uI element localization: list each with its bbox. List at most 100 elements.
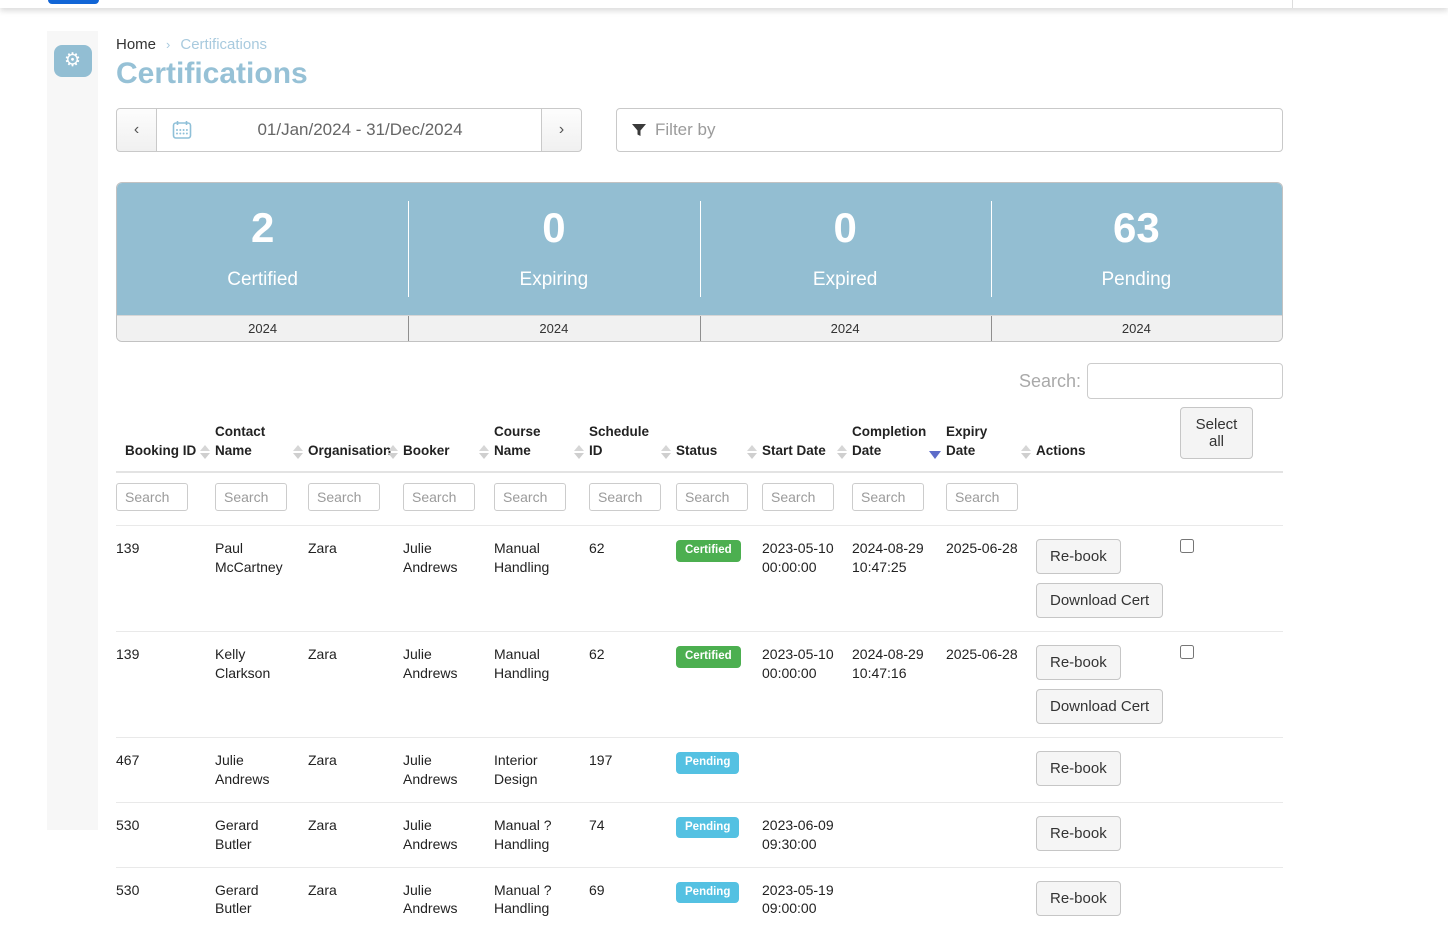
sort-icon[interactable] bbox=[661, 445, 671, 459]
stats-panels: 2 Certified 0 Expiring 0 Expired 63 Pend… bbox=[117, 183, 1282, 315]
stat-expiring-value: 0 bbox=[542, 207, 565, 249]
status-badge: Certified bbox=[676, 540, 741, 562]
col-header-actions: Actions bbox=[1036, 401, 1180, 472]
cell-booking-id: 139 bbox=[116, 632, 215, 738]
rebook-button[interactable]: Re-book bbox=[1036, 816, 1121, 851]
filter-status-input[interactable] bbox=[676, 483, 748, 511]
stat-expiring-label: Expiring bbox=[520, 269, 589, 291]
col-header-status[interactable]: Status bbox=[676, 401, 762, 472]
filter-completion-date-input[interactable] bbox=[852, 483, 924, 511]
stat-expired-value: 0 bbox=[833, 207, 856, 249]
cell-booker: Julie Andrews bbox=[403, 526, 494, 632]
table-search-input[interactable] bbox=[1087, 363, 1283, 399]
filter-course-name-input[interactable] bbox=[494, 483, 566, 511]
breadcrumb-home-link[interactable]: Home bbox=[116, 36, 156, 53]
cell-course-name: Manual ? Handling bbox=[494, 802, 589, 867]
filter-organisation-input[interactable] bbox=[308, 483, 380, 511]
sort-icon[interactable] bbox=[293, 445, 303, 459]
rebook-button[interactable]: Re-book bbox=[1036, 539, 1121, 574]
cell-booker: Julie Andrews bbox=[403, 867, 494, 931]
cell-completion-date bbox=[852, 738, 946, 803]
filter-expiry-date-input[interactable] bbox=[946, 483, 1018, 511]
sort-icon[interactable] bbox=[574, 445, 584, 459]
cell-completion-date: 2024-08-29 10:47:16 bbox=[852, 632, 946, 738]
col-header-schedule-id[interactable]: Schedule ID bbox=[589, 401, 676, 472]
filter-contact-name-input[interactable] bbox=[215, 483, 287, 511]
stat-pending-value: 63 bbox=[1113, 207, 1160, 249]
stat-expiring: 0 Expiring bbox=[408, 183, 699, 315]
row-select-checkbox[interactable] bbox=[1180, 645, 1194, 659]
sort-desc-icon[interactable] bbox=[929, 451, 941, 459]
col-header-select: Select all bbox=[1180, 401, 1283, 472]
cell-booker: Julie Andrews bbox=[403, 632, 494, 738]
col-header-contact-name[interactable]: Contact Name bbox=[215, 401, 308, 472]
col-header-completion-date[interactable]: Completion Date bbox=[852, 401, 946, 472]
cell-start-date: 2023-06-09 09:30:00 bbox=[762, 802, 852, 867]
cell-contact-name: Paul McCartney bbox=[215, 526, 308, 632]
filter-schedule-id-input[interactable] bbox=[589, 483, 661, 511]
cell-course-name: Interior Design bbox=[494, 738, 589, 803]
table-row: 139 Kelly Clarkson Zara Julie Andrews Ma… bbox=[116, 632, 1283, 738]
stats-years: 2024 2024 2024 2024 bbox=[117, 315, 1282, 341]
col-header-booking-id[interactable]: Booking ID bbox=[116, 401, 215, 472]
cell-start-date: 2023-05-10 00:00:00 bbox=[762, 526, 852, 632]
col-header-start-date[interactable]: Start Date bbox=[762, 401, 852, 472]
search-label: Search: bbox=[1019, 371, 1081, 392]
filter-booker-input[interactable] bbox=[403, 483, 475, 511]
stat-pending-year: 2024 bbox=[991, 316, 1282, 341]
col-header-expiry-date[interactable]: Expiry Date bbox=[946, 401, 1036, 472]
chevron-right-icon: › bbox=[166, 37, 170, 52]
controls-row: ‹ 01/Jan/2024 - 31/Dec/2024 › bbox=[116, 108, 1283, 152]
sort-icon[interactable] bbox=[200, 445, 210, 459]
filter-bar[interactable] bbox=[616, 108, 1283, 152]
settings-button[interactable]: ⚙ bbox=[54, 45, 92, 77]
top-nav-pill[interactable] bbox=[48, 0, 99, 4]
sort-icon[interactable] bbox=[1021, 445, 1031, 459]
download-cert-button[interactable]: Download Cert bbox=[1036, 583, 1163, 618]
table-row: 530 Gerard Butler Zara Julie Andrews Man… bbox=[116, 867, 1283, 931]
sort-icon[interactable] bbox=[388, 445, 398, 459]
stat-certified-label: Certified bbox=[227, 269, 298, 291]
table-row: 530 Gerard Butler Zara Julie Andrews Man… bbox=[116, 802, 1283, 867]
stat-pending-label: Pending bbox=[1102, 269, 1172, 291]
col-header-course-name[interactable]: Course Name bbox=[494, 401, 589, 472]
certifications-table: Booking ID Contact Name Organisation Boo… bbox=[116, 401, 1283, 931]
sort-icon[interactable] bbox=[837, 445, 847, 459]
cell-schedule-id: 197 bbox=[589, 738, 676, 803]
cell-contact-name: Gerard Butler bbox=[215, 867, 308, 931]
cell-course-name: Manual ? Handling bbox=[494, 867, 589, 931]
cell-completion-date: 2024-08-29 10:47:25 bbox=[852, 526, 946, 632]
date-next-button[interactable]: › bbox=[541, 108, 582, 152]
rebook-button[interactable]: Re-book bbox=[1036, 645, 1121, 680]
col-header-organisation[interactable]: Organisation bbox=[308, 401, 403, 472]
stats-bar: 2 Certified 0 Expiring 0 Expired 63 Pend… bbox=[116, 182, 1283, 342]
cell-booking-id: 530 bbox=[116, 802, 215, 867]
sort-icon[interactable] bbox=[747, 445, 757, 459]
main-content: Home › Certifications Certifications ‹ 0… bbox=[116, 36, 1283, 931]
stat-certified: 2 Certified bbox=[117, 183, 408, 315]
col-header-booker[interactable]: Booker bbox=[403, 401, 494, 472]
rebook-button[interactable]: Re-book bbox=[1036, 881, 1121, 916]
rebook-button[interactable]: Re-book bbox=[1036, 751, 1121, 786]
filter-input[interactable] bbox=[655, 120, 1268, 140]
filter-booking-id-input[interactable] bbox=[116, 483, 188, 511]
cell-start-date bbox=[762, 738, 852, 803]
cell-schedule-id: 62 bbox=[589, 526, 676, 632]
topbar-divider bbox=[1292, 0, 1293, 8]
select-all-button[interactable]: Select all bbox=[1180, 407, 1253, 459]
cell-course-name: Manual Handling bbox=[494, 632, 589, 738]
sidebar: ⚙ bbox=[47, 31, 98, 830]
download-cert-button[interactable]: Download Cert bbox=[1036, 689, 1163, 724]
date-range-display[interactable]: 01/Jan/2024 - 31/Dec/2024 bbox=[157, 108, 541, 152]
stat-expired: 0 Expired bbox=[700, 183, 991, 315]
date-prev-button[interactable]: ‹ bbox=[116, 108, 157, 152]
cell-completion-date bbox=[852, 802, 946, 867]
calendar-icon bbox=[171, 119, 193, 141]
cell-organisation: Zara bbox=[308, 526, 403, 632]
stat-expired-label: Expired bbox=[813, 269, 877, 291]
filter-start-date-input[interactable] bbox=[762, 483, 834, 511]
row-select-checkbox[interactable] bbox=[1180, 539, 1194, 553]
sort-icon[interactable] bbox=[479, 445, 489, 459]
cell-completion-date bbox=[852, 867, 946, 931]
stat-certified-value: 2 bbox=[251, 207, 274, 249]
